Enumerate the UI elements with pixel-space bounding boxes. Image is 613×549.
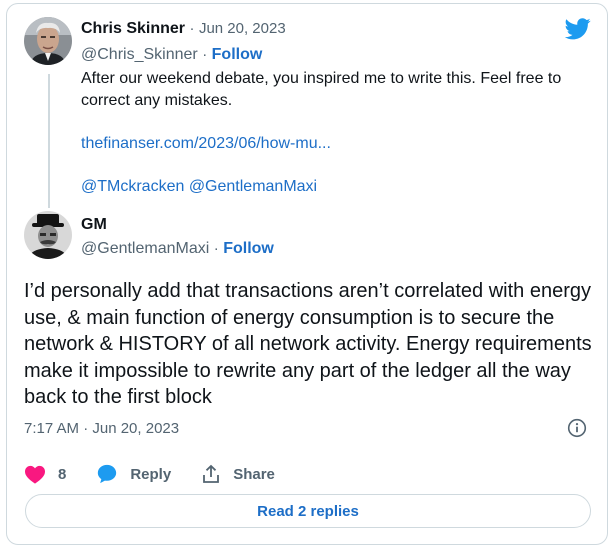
quoted-tweet-text: After our weekend debate, you inspired m… — [81, 70, 562, 109]
quoted-tweet-mentions[interactable]: @TMckracken @GentlemanMaxi — [81, 176, 591, 198]
share-label: Share — [233, 465, 275, 483]
read-replies-button[interactable]: Read 2 replies — [25, 494, 591, 528]
tweet-embed-card: Chris Skinner · Jun 20, 2023 @Chris_Skin… — [6, 3, 608, 545]
avatar-chris-skinner[interactable] — [24, 17, 72, 65]
follow-button-chris[interactable]: Follow — [212, 46, 263, 63]
quoted-tweet-body: After our weekend debate, you inspired m… — [81, 68, 591, 198]
reply-label: Reply — [130, 465, 172, 483]
avatar-gentleman-maxi[interactable] — [24, 211, 72, 259]
share-upload-icon — [203, 464, 220, 483]
info-icon[interactable] — [567, 418, 587, 438]
speech-bubble-icon — [98, 464, 117, 484]
separator-dot: · — [213, 240, 219, 257]
like-button[interactable]: 8 — [24, 464, 66, 484]
thread-connector-line — [48, 74, 50, 208]
separator-dot: · — [189, 20, 195, 37]
heart-icon — [25, 465, 45, 484]
tweet-actions-bar: 8 Reply Share — [24, 461, 305, 487]
handle-row: @GentlemanMaxi · Follow — [81, 240, 274, 258]
author-row: GM — [81, 216, 107, 234]
share-button[interactable]: Share — [201, 464, 275, 484]
quoted-author-row: Chris Skinner · Jun 20, 2023 — [81, 20, 286, 38]
twitter-bird-icon[interactable] — [565, 18, 591, 40]
tweet-timestamp[interactable]: 7:17 AM · Jun 20, 2023 — [24, 420, 179, 437]
author-name[interactable]: GM — [81, 216, 107, 233]
like-count: 8 — [58, 465, 67, 483]
follow-button-gm[interactable]: Follow — [223, 240, 274, 257]
quoted-author-handle[interactable]: @Chris_Skinner — [81, 46, 198, 63]
quoted-handle-row: @Chris_Skinner · Follow — [81, 46, 262, 64]
reply-button[interactable]: Reply — [96, 463, 171, 485]
separator-dot: · — [202, 46, 208, 63]
quoted-tweet-link[interactable]: thefinanser.com/2023/06/how-mu... — [81, 133, 591, 155]
quoted-tweet-date[interactable]: Jun 20, 2023 — [199, 20, 286, 37]
quoted-author-name[interactable]: Chris Skinner — [81, 20, 185, 37]
tweet-text: I’d personally add that transactions are… — [24, 280, 592, 408]
author-handle[interactable]: @GentlemanMaxi — [81, 240, 209, 257]
